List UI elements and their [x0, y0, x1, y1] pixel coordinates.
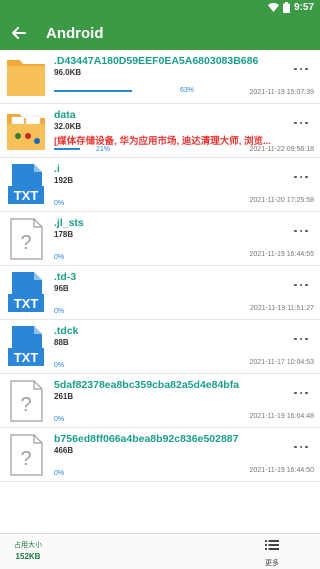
row-more-button[interactable]	[294, 280, 310, 290]
file-row[interactable]: ? b756ed8ff066a4bea8b92c836e502887 466B …	[0, 428, 320, 482]
file-size: 466B	[54, 446, 74, 455]
row-more-button[interactable]	[294, 64, 310, 74]
file-name: .tdck	[54, 325, 79, 337]
row-more-button[interactable]	[294, 388, 310, 398]
file-row[interactable]: TXT .td-3 96B 0% 2021-11-19 11:51:27	[0, 266, 320, 320]
txt-file-icon: TXT	[6, 270, 46, 316]
file-row[interactable]: TXT .tdck 88B 0% 2021-11-17 10:04:53	[0, 320, 320, 374]
file-date: 2021-11-19 16:44:50	[249, 467, 314, 474]
file-row[interactable]: ? .jl_sts 178B 0% 2021-11-19 16:44:55	[0, 212, 320, 266]
folder-icon	[6, 54, 46, 100]
file-size: 192B	[54, 176, 74, 185]
status-icons: 9:57	[267, 2, 314, 13]
file-date: 2021-11-19 16:04:48	[249, 413, 314, 420]
back-button[interactable]	[2, 16, 36, 50]
file-date: 2021-11-19 16:44:55	[249, 251, 314, 258]
usage-percent: 63%	[180, 87, 195, 94]
file-row[interactable]: ? 5daf82378ea8bc359cba82a5d4e84bfa 261B …	[0, 374, 320, 428]
row-more-button[interactable]	[294, 172, 310, 182]
file-size: 88B	[54, 338, 69, 347]
status-bar: 9:57	[0, 0, 320, 16]
usage-progress-fill	[54, 90, 133, 92]
usage-percent: 0%	[54, 416, 65, 423]
file-date: 2021-11-22 09:56:18	[249, 146, 314, 153]
more-menu-label: 更多	[265, 560, 279, 567]
file-row[interactable]: .D43447A180D59EEF0EA5A6803083B686 96.0KB…	[0, 50, 320, 104]
battery-icon	[282, 2, 290, 13]
usage-value: 152KB	[15, 552, 41, 561]
usage-percent: 21%	[96, 146, 111, 153]
file-size: 261B	[54, 392, 74, 401]
file-row[interactable]: data 32.0KB [媒体存储设备, 华为应用市场, 迪达清理大师, 浏览.…	[0, 104, 320, 158]
svg-text:TXT: TXT	[14, 296, 39, 311]
back-arrow-icon	[12, 27, 26, 39]
file-size: 32.0KB	[54, 122, 82, 131]
file-name: .i	[54, 163, 60, 175]
file-size: 178B	[54, 230, 74, 239]
wifi-icon	[267, 3, 279, 12]
list-menu-icon	[265, 540, 279, 550]
usage-percent: 0%	[54, 254, 65, 261]
unknown-file-icon: ?	[6, 216, 46, 262]
svg-text:TXT: TXT	[14, 188, 39, 203]
row-more-button[interactable]	[294, 334, 310, 344]
unknown-file-icon: ?	[6, 378, 46, 424]
usage-percent: 0%	[54, 470, 65, 477]
usage-progress-fill	[54, 148, 81, 150]
more-menu-button[interactable]: 更多	[260, 538, 284, 568]
svg-text:?: ?	[20, 448, 31, 470]
page-title: Android	[46, 24, 104, 42]
file-name: .D43447A180D59EEF0EA5A6803083B686	[54, 55, 259, 67]
row-more-button[interactable]	[294, 442, 310, 452]
file-name: .td-3	[54, 271, 77, 283]
file-list: .D43447A180D59EEF0EA5A6803083B686 96.0KB…	[0, 50, 320, 482]
usage-percent: 0%	[54, 362, 65, 369]
file-size: 96B	[54, 284, 69, 293]
file-name: data	[54, 109, 76, 121]
file-name: b756ed8ff066a4bea8b92c836e502887	[54, 433, 239, 445]
svg-text:?: ?	[20, 394, 31, 416]
txt-file-icon: TXT	[6, 162, 46, 208]
file-row[interactable]: TXT .i 192B 0% 2021-11-20 17:25:58	[0, 158, 320, 212]
txt-file-icon: TXT	[6, 324, 46, 370]
svg-text:?: ?	[20, 232, 31, 254]
bottom-bar: 占用大小 152KB 更多	[0, 533, 320, 569]
file-size: 96.0KB	[54, 68, 82, 77]
usage-percent: 0%	[54, 200, 65, 207]
row-more-button[interactable]	[294, 118, 310, 128]
file-date: 2021-11-19 11:51:27	[250, 305, 314, 312]
usage-progress-bar	[54, 90, 178, 92]
app-bar: Android	[0, 16, 320, 50]
file-description: [媒体存储设备, 华为应用市场, 迪达清理大师, 浏览...	[54, 136, 271, 147]
folder-with-files-icon	[6, 108, 46, 154]
svg-text:TXT: TXT	[14, 350, 39, 365]
file-name: .jl_sts	[54, 217, 84, 229]
usage-label: 占用大小	[14, 542, 42, 549]
file-date: 2021-11-20 17:25:58	[249, 197, 314, 204]
usage-percent: 0%	[54, 308, 65, 315]
status-time: 9:57	[293, 2, 314, 13]
row-more-button[interactable]	[294, 226, 310, 236]
file-name: 5daf82378ea8bc359cba82a5d4e84bfa	[54, 379, 240, 391]
storage-usage: 占用大小 152KB	[10, 540, 46, 561]
unknown-file-icon: ?	[6, 432, 46, 478]
file-date: 2021-11-17 10:04:53	[249, 359, 314, 366]
file-date: 2021-11-19 15:07:39	[249, 89, 314, 96]
usage-progress-bar	[54, 148, 178, 150]
